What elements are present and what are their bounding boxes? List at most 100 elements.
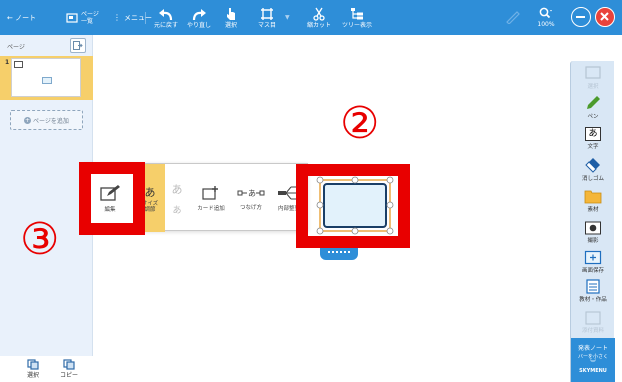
connect-icon: あ [237, 189, 265, 198]
page-thumbnail-item[interactable]: 1 [0, 56, 93, 100]
undo-button[interactable]: 元に戻す [151, 0, 181, 35]
present-note-button[interactable]: 発表ノート [578, 345, 608, 353]
tool-attachment[interactable]: 添付資料 [571, 311, 615, 334]
tool-screenshot-label: 画面保存 [581, 268, 604, 274]
font-up-icon: あ [171, 182, 183, 196]
tool-teaching-material-label: 教材・作品 [579, 297, 607, 303]
tool-screenshot[interactable]: 画面保存 [571, 250, 615, 274]
top-toolbar: ← ノート ページ 一覧 ⋮ メニュー 元に戻す やり直し 選択 マス目 ▼ 縮… [0, 0, 622, 35]
eraser-icon [585, 158, 600, 173]
tool-attachment-label: 添付資料 [581, 328, 604, 334]
annotation-number-3: ③ [20, 214, 60, 265]
skymenu-logo: SKYMENU [579, 368, 607, 374]
add-card-icon [202, 185, 218, 200]
font-down-icon: あ [172, 205, 182, 216]
tool-select[interactable]: 選択 [571, 65, 615, 90]
annotation-box-2 [296, 164, 410, 248]
zoom-icon [539, 7, 552, 19]
panel-toggle-button[interactable] [70, 38, 86, 53]
panel-expand-icon [73, 41, 83, 50]
tool-select-label: 選択 [587, 84, 599, 90]
copy-button-bottom[interactable]: コピー [56, 356, 82, 382]
app-window: ← ノート ページ 一覧 ⋮ メニュー 元に戻す やり直し 選択 マス目 ▼ 縮… [0, 0, 622, 382]
tool-text-label: 文字 [587, 144, 599, 150]
pen-icon [587, 96, 600, 109]
copy-icon [63, 359, 75, 370]
tool-eraser[interactable]: 消しゴム [571, 157, 615, 182]
page-list-icon [66, 12, 78, 23]
thumb-card [42, 77, 52, 84]
grid-label: マス目 [257, 21, 276, 29]
tool-camera[interactable]: 撮影 [571, 220, 615, 244]
redo-icon [192, 8, 206, 20]
grid-icon [261, 7, 273, 20]
grid-dropdown-icon[interactable]: ▼ [285, 14, 290, 21]
tool-teaching-material[interactable]: 教材・作品 [571, 279, 615, 303]
text-icon: あ [585, 127, 601, 141]
slim-cut-button[interactable]: 縮カット [304, 0, 334, 35]
minus-icon [576, 16, 585, 18]
tree-icon [351, 7, 363, 19]
tool-panel-footer: 発表ノート バーを小さく ︾ SKYMENU [571, 338, 615, 382]
annotation-box-3 [79, 162, 145, 235]
camera-icon [585, 221, 601, 235]
menu-dots-icon: ⋮ [113, 13, 121, 22]
tool-pen[interactable]: ペン [571, 94, 615, 120]
zoom-label: 100% [537, 21, 555, 28]
add-icon: + [24, 116, 32, 124]
back-label: ← ノート [7, 13, 37, 22]
select-tool-bottom[interactable]: 選択 [20, 356, 46, 382]
undo-icon [159, 8, 173, 20]
toolbar-divider [145, 12, 146, 24]
page-list-button[interactable]: ページ 一覧 [66, 0, 99, 35]
select-button[interactable]: 選択 [218, 0, 244, 35]
redo-button[interactable]: やり直し [184, 0, 214, 35]
page-list-label-2: 一覧 [81, 17, 94, 25]
scissors-icon [313, 7, 325, 21]
slim-cut-label: 縮カット [306, 21, 331, 29]
bottom-right-label: コピー [59, 372, 78, 379]
menu-button[interactable]: ⋮ メニュー [113, 0, 152, 35]
close-button[interactable] [595, 7, 615, 27]
card-handle-tab[interactable] [320, 248, 358, 260]
attachment-icon [585, 311, 601, 325]
tree-view-label: ツリー表示 [341, 21, 372, 29]
resize-label-2: 調節 [144, 206, 156, 213]
disabled-tool-icon [506, 11, 520, 24]
page-panel-title: ページ [7, 44, 25, 51]
add-page-label: ページを追加 [33, 117, 69, 125]
svg-text:あ: あ [248, 189, 256, 198]
thumb-icon [14, 61, 23, 68]
page-thumbnail [11, 58, 81, 97]
back-to-note-button[interactable]: ← ノート [7, 0, 36, 35]
handle-dots [328, 251, 350, 253]
add-card-menu-item[interactable]: カード追加 [191, 164, 231, 232]
tool-material[interactable]: 素材 [571, 188, 615, 213]
grid-button[interactable]: マス目 [254, 0, 280, 35]
copy-select-icon [27, 359, 39, 370]
folder-icon [584, 190, 602, 204]
connect-label: つなげ方 [239, 204, 262, 211]
tree-view-button[interactable]: ツリー表示 [340, 0, 374, 35]
undo-label: 元に戻す [153, 21, 178, 29]
close-icon [600, 12, 609, 21]
minimize-button[interactable] [571, 7, 591, 27]
tool-camera-label: 撮影 [587, 238, 599, 244]
select-label: 選択 [224, 21, 237, 29]
annotation-number-2: ② [340, 98, 380, 149]
tool-panel: 選択 ペン あ 文字 消しゴム 素材 撮影 画面保存 教材・作品 添付資料 発表… [570, 61, 615, 382]
material-icon [586, 279, 600, 294]
font-size-menu-item[interactable]: あ あ [166, 164, 188, 232]
tool-pen-label: ペン [587, 114, 599, 120]
page-list-label-1: ページ [81, 10, 99, 18]
menu-label: メニュー [124, 13, 152, 22]
tool-text[interactable]: あ 文字 [571, 127, 615, 150]
page-number: 1 [5, 59, 10, 66]
hand-pointer-icon [227, 7, 235, 20]
connect-menu-item[interactable]: あ つなげ方 [233, 164, 269, 232]
add-page-button[interactable]: + ページを追加 [10, 110, 83, 130]
tool-eraser-label: 消しゴム [581, 176, 604, 182]
screenshot-icon [584, 250, 602, 265]
zoom-button[interactable]: 100% [534, 0, 558, 35]
tool-material-label: 素材 [587, 207, 599, 213]
